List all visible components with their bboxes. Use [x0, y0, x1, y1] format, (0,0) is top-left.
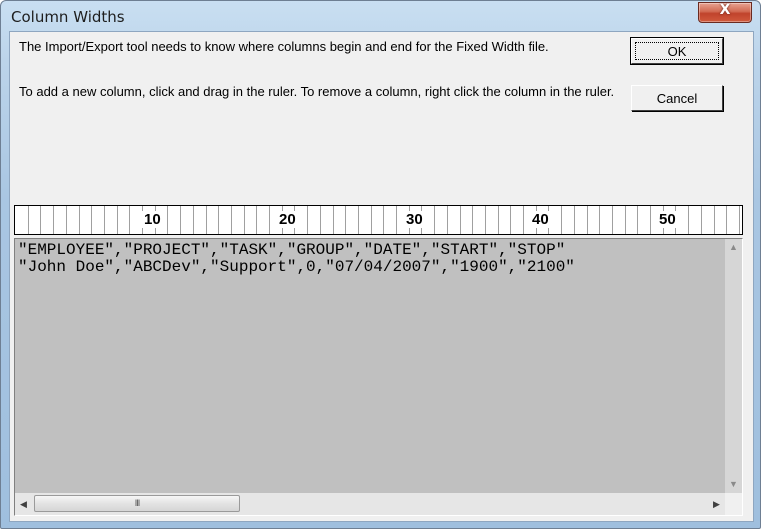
file-preview-pane[interactable]: "EMPLOYEE","PROJECT","TASK","GROUP","DAT… [14, 238, 743, 516]
ruler-label-10: 10 [142, 211, 163, 228]
grip-icon: III [134, 498, 141, 508]
instruction-text-2: To add a new column, click and drag in t… [19, 84, 615, 99]
ruler-tick [358, 206, 359, 234]
focus-rectangle [635, 42, 719, 60]
ruler-tick [117, 206, 118, 234]
ruler-tick [167, 206, 168, 234]
ruler-tick [625, 206, 626, 234]
ruler-tick [460, 206, 461, 234]
ruler-tick [244, 206, 245, 234]
ruler-tick [231, 206, 232, 234]
horizontal-scrollbar[interactable]: ◀ III ▶ [15, 493, 725, 515]
scroll-right-arrow-icon[interactable]: ▶ [708, 493, 725, 515]
close-button[interactable]: X [698, 2, 752, 23]
ruler-tick [498, 206, 499, 234]
ruler-tick [396, 206, 397, 234]
ruler-tick [650, 206, 651, 234]
ruler-tick [510, 206, 511, 234]
ruler-label-40: 40 [530, 211, 551, 228]
ruler-tick [701, 206, 702, 234]
ruler-tick [612, 206, 613, 234]
ruler-tick [574, 206, 575, 234]
ruler-tick [180, 206, 181, 234]
ruler-tick [371, 206, 372, 234]
ruler-tick [53, 206, 54, 234]
preview-line-data: "John Doe","ABCDev","Support",0,"07/04/2… [18, 258, 575, 276]
ruler-tick [599, 206, 600, 234]
ruler-tick [714, 206, 715, 234]
ruler-tick [383, 206, 384, 234]
ruler-tick [345, 206, 346, 234]
ruler-tick [523, 206, 524, 234]
instruction-text-1: The Import/Export tool needs to know whe… [19, 39, 549, 54]
ruler-tick [256, 206, 257, 234]
ruler-tick [688, 206, 689, 234]
dialog-title: Column Widths [11, 8, 125, 26]
ruler-tick [40, 206, 41, 234]
ruler-tick [269, 206, 270, 234]
ruler-tick [66, 206, 67, 234]
scrollbar-corner [725, 493, 742, 515]
ruler-tick [307, 206, 308, 234]
cancel-button[interactable]: Cancel [631, 85, 723, 111]
column-widths-dialog: Column Widths X The Import/Export tool n… [0, 0, 761, 529]
ruler-tick [333, 206, 334, 234]
close-icon: X [719, 2, 731, 18]
ruler-tick [218, 206, 219, 234]
ruler-tick [28, 206, 29, 234]
ok-button[interactable]: OK [630, 37, 724, 65]
column-ruler[interactable]: 10 20 30 40 50 [14, 205, 743, 235]
ruler-tick [726, 206, 727, 234]
ruler-tick [561, 206, 562, 234]
ruler-tick [434, 206, 435, 234]
ruler-tick [79, 206, 80, 234]
ruler-tick [739, 206, 740, 234]
horizontal-scroll-thumb[interactable]: III [34, 495, 240, 512]
ruler-tick [206, 206, 207, 234]
scroll-up-arrow-icon[interactable]: ▲ [725, 239, 742, 256]
vertical-scrollbar[interactable]: ▲ ▼ [725, 239, 742, 493]
ruler-label-20: 20 [277, 211, 298, 228]
ruler-tick [472, 206, 473, 234]
title-bar[interactable]: Column Widths X [1, 1, 760, 31]
ruler-tick [587, 206, 588, 234]
ruler-label-50: 50 [657, 211, 678, 228]
ruler-tick [104, 206, 105, 234]
ruler-tick [447, 206, 448, 234]
preview-text: "EMPLOYEE","PROJECT","TASK","GROUP","DAT… [18, 242, 718, 276]
cancel-button-label: Cancel [656, 91, 698, 106]
ruler-tick [129, 206, 130, 234]
ruler-label-30: 30 [404, 211, 425, 228]
ruler-tick [485, 206, 486, 234]
dialog-client-area: The Import/Export tool needs to know whe… [9, 31, 754, 522]
scroll-left-arrow-icon[interactable]: ◀ [15, 493, 32, 515]
ruler-tick [637, 206, 638, 234]
ruler-tick [91, 206, 92, 234]
ruler-tick [320, 206, 321, 234]
preview-line-header: "EMPLOYEE","PROJECT","TASK","GROUP","DAT… [18, 242, 566, 259]
scroll-down-arrow-icon[interactable]: ▼ [725, 476, 742, 493]
ruler-tick [193, 206, 194, 234]
